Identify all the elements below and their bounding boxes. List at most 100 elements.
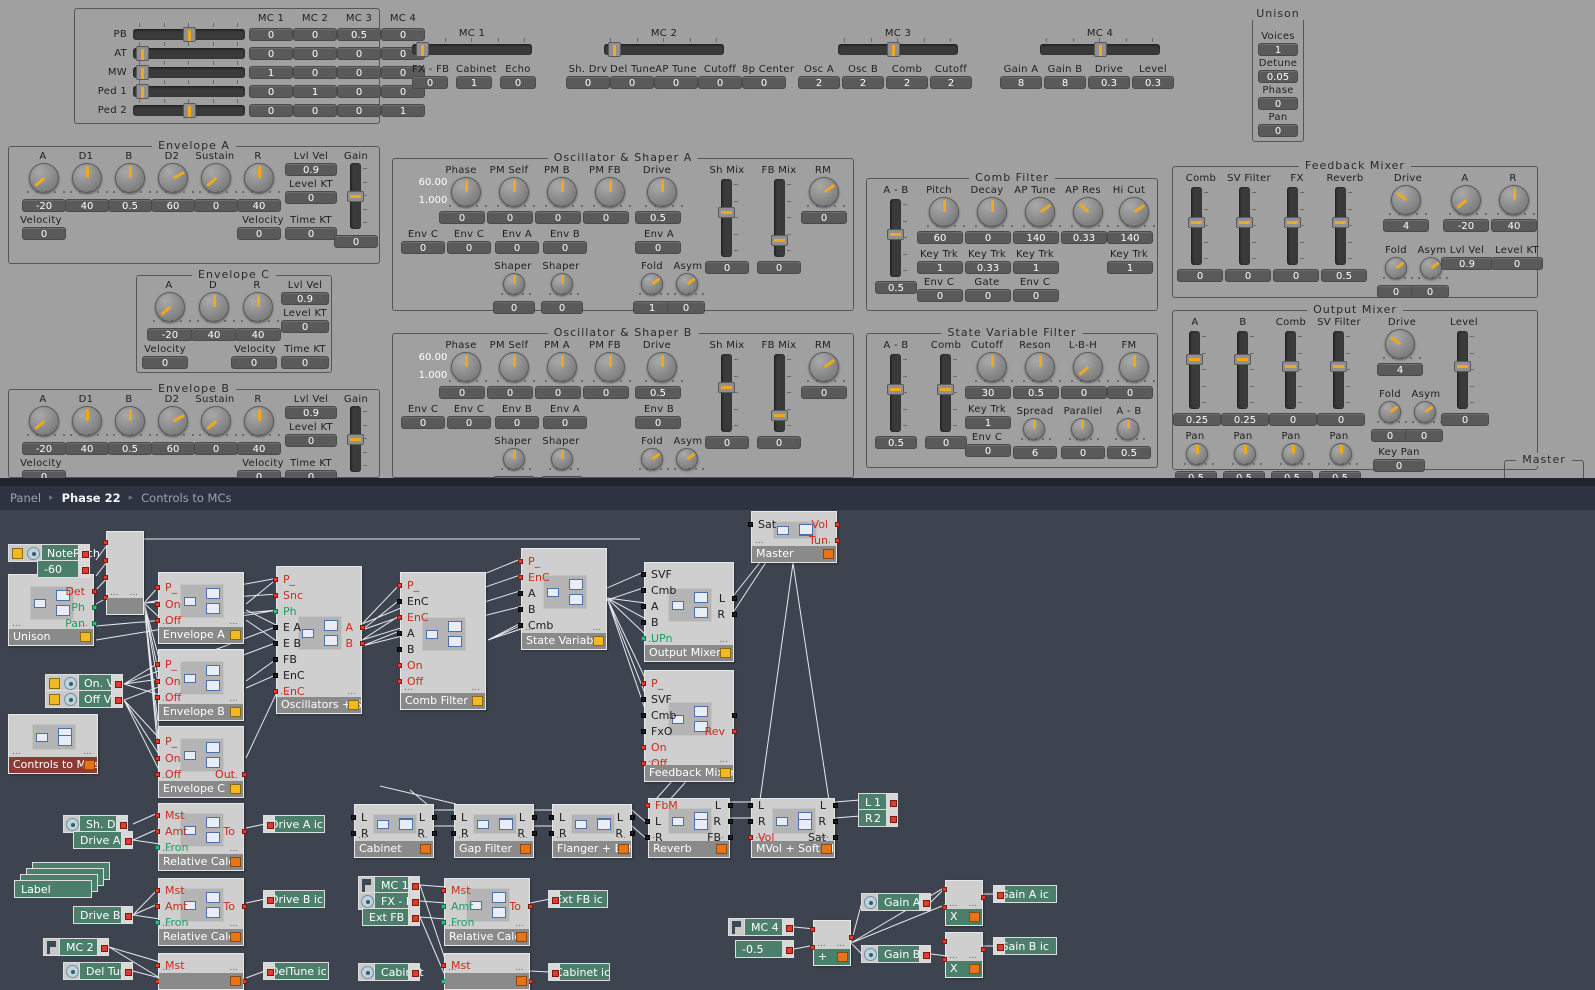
om-pan-knob-0[interactable]: [1184, 443, 1214, 465]
envelope-c-value-a[interactable]: -20: [147, 328, 193, 341]
reverb-node-in-port-2[interactable]: [645, 835, 650, 840]
cabinet-terminal-port[interactable]: [408, 963, 420, 981]
osc-b-value-pmself[interactable]: 0: [487, 386, 533, 399]
osc-a-sh-mix-value[interactable]: 0: [705, 261, 749, 274]
breadcrumb-phase-22[interactable]: Phase 22: [62, 491, 121, 505]
relative-calc-b-out-port-0[interactable]: [242, 904, 247, 909]
osc-a-shaper-value-1[interactable]: 0: [541, 301, 583, 314]
cabinet-node-out-port-1[interactable]: [432, 831, 437, 836]
relative-calc-b[interactable]: Mst Amt Fron To...... Relative Calc: [155, 878, 247, 946]
flanger-echo-node-out-port-1[interactable]: [630, 831, 635, 836]
flanger-echo-node-in-port-1[interactable]: [549, 831, 554, 836]
structure-canvas[interactable]: Det Ph Pan...... Unison...... Controls to MC…: [0, 510, 1595, 990]
comb-value-pitch[interactable]: 60: [917, 231, 963, 244]
drive-a-ic-dst[interactable]: Drive A ic: [263, 815, 325, 833]
om-drive-value[interactable]: 4: [1377, 363, 1423, 376]
mc-matrix-cell-2-1[interactable]: 0: [293, 66, 337, 79]
feedback-mixer-node-in-port-0[interactable]: [641, 681, 646, 686]
osc-a-fb-mix-value[interactable]: 0: [757, 261, 801, 274]
relative-calc-a-out-port-0[interactable]: [242, 829, 247, 834]
mvol-soft-clip-node-in-port-2[interactable]: [748, 835, 753, 840]
osc-a-rm-value[interactable]: 0: [801, 211, 847, 224]
fb-slider-svfilter[interactable]: [1236, 187, 1253, 265]
adder-mc4[interactable]: ...... +: [810, 920, 854, 966]
comb-filter-in-port-2[interactable]: [397, 615, 402, 620]
oscillators-shapers[interactable]: P_ Snc Ph E AE B FB EnC EnC A B...... Oscillators…: [273, 566, 365, 714]
flanger-echo-node-in-port-0[interactable]: [549, 815, 554, 820]
relative-calc-c-in-port-0[interactable]: [155, 963, 160, 968]
mc-bank-3-param-value-2[interactable]: 2: [886, 76, 928, 89]
osc-a-asym-value[interactable]: 0: [667, 301, 705, 314]
reverb-node-title-bar[interactable]: Reverb: [649, 841, 729, 857]
om-asym-value[interactable]: 0: [1405, 429, 1443, 442]
osc-a-mod-value-3[interactable]: 0: [543, 241, 587, 254]
mvol-soft-clip-node[interactable]: LRVolLRSat......MVol + Soft Clip: [748, 798, 838, 858]
label-stack[interactable]: Label: [14, 862, 116, 898]
fb-level-kt-value[interactable]: 0: [1491, 257, 1543, 270]
mult-gain-b[interactable]: ...... X: [942, 932, 986, 978]
osc-b-knob-pmself[interactable]: [497, 352, 535, 382]
relative-calc-a-in-port-2[interactable]: [155, 845, 160, 850]
svf-ab-slider[interactable]: [887, 354, 904, 432]
om-pan-knob-2[interactable]: [1280, 443, 1310, 465]
drive-b-ic-src-port[interactable]: [121, 906, 133, 924]
master-out-port-0[interactable]: [835, 522, 840, 527]
envelope-b-knob-a[interactable]: [27, 406, 65, 436]
oscillators-shapers-out-port-0[interactable]: [360, 625, 365, 630]
om-pan-value-0[interactable]: 0.5: [1175, 471, 1217, 478]
om-channel-value-1[interactable]: 0.25: [1221, 413, 1269, 426]
svf-knob-fm[interactable]: [1117, 352, 1155, 382]
adder-mc4-in-port-0[interactable]: [810, 927, 815, 932]
mult-gain-b-out-port-0[interactable]: [981, 947, 986, 952]
mvol-soft-clip-node-in-port-1[interactable]: [748, 819, 753, 824]
state-variable-filter-in-port-2[interactable]: [518, 591, 523, 596]
mvol-soft-clip-node-in-port-0[interactable]: [748, 803, 753, 808]
comb-filter-in-port-6[interactable]: [397, 679, 402, 684]
envelope-c-value-r[interactable]: 40: [235, 328, 281, 341]
osc-b-asym-knob[interactable]: [674, 448, 704, 470]
unison-out-port-1[interactable]: [92, 605, 97, 610]
relative-calc-fx-title-bar[interactable]: Relative Calc: [445, 929, 529, 945]
unison-title-bar[interactable]: Unison: [9, 629, 93, 645]
comb-filter-in-port-5[interactable]: [397, 663, 402, 668]
envelope-c[interactable]: P_ On Off Out...... Envelope C: [155, 726, 247, 798]
mc-bank-slider-3[interactable]: [838, 42, 958, 57]
unison-led-icon[interactable]: [80, 632, 91, 642]
flanger-echo-node-out-port-0[interactable]: [630, 815, 635, 820]
mvol-soft-clip-node-out-port-2[interactable]: [833, 835, 838, 840]
mc-bank-2-param-value-1[interactable]: 0: [610, 76, 654, 89]
fb-lvl-vel-value[interactable]: 0.9: [1441, 257, 1493, 270]
envelope-b-knob-r[interactable]: [242, 406, 280, 436]
osc-b-knob-drive[interactable]: [645, 352, 683, 382]
mc-matrix-slider-2[interactable]: [133, 65, 245, 80]
fb-drive-value[interactable]: 4: [1383, 219, 1429, 232]
envelope-a-knob-sustain[interactable]: [199, 163, 237, 193]
adder-mc4-out-port-0[interactable]: [849, 935, 854, 940]
om-channel-slider-b[interactable]: [1234, 331, 1251, 409]
voice-combiner[interactable]: ......: [103, 531, 144, 615]
envelope-c-in-port-1[interactable]: [155, 756, 160, 761]
envelope-c-in-port-0[interactable]: [155, 739, 160, 744]
mc-bank-3-param-value-1[interactable]: 2: [842, 76, 884, 89]
comb-filter[interactable]: P_ EnC EnC A B On Off...... Comb Filter: [397, 572, 486, 710]
reverb-node[interactable]: FbM L R L R FB...... Reverb: [645, 798, 733, 858]
osc-a-asym-knob[interactable]: [674, 273, 704, 295]
relative-calc-b-in-port-2[interactable]: [155, 920, 160, 925]
fb-r-value[interactable]: 40: [1491, 219, 1537, 232]
output-mixer-out-port-0[interactable]: [732, 596, 737, 601]
oscillators-shapers-in-port-0[interactable]: [273, 577, 278, 582]
adder-mc4-led-icon[interactable]: [837, 952, 848, 962]
relative-calc-b-led-icon[interactable]: [230, 932, 241, 942]
mc-matrix-cell-3-0[interactable]: 0: [249, 85, 293, 98]
drive-a-ic-src-port[interactable]: [121, 831, 133, 849]
mvol-soft-clip-node-out-port-1[interactable]: [833, 819, 838, 824]
envelope-b-knob-d1[interactable]: [70, 406, 108, 436]
osc-b-knob-pma[interactable]: [545, 352, 583, 382]
svf-knob-lbh[interactable]: [1071, 352, 1109, 382]
mc-bank-4-param-value-3[interactable]: 0.3: [1132, 76, 1174, 89]
relative-calc-fx-in-port-2[interactable]: [441, 920, 446, 925]
envelope-b-value-r[interactable]: 40: [237, 442, 281, 455]
note-pitch-value-port[interactable]: [78, 560, 90, 578]
feedback-mixer-node-in-port-3[interactable]: [641, 729, 646, 734]
adder-mc4-title-bar[interactable]: +: [814, 949, 850, 965]
